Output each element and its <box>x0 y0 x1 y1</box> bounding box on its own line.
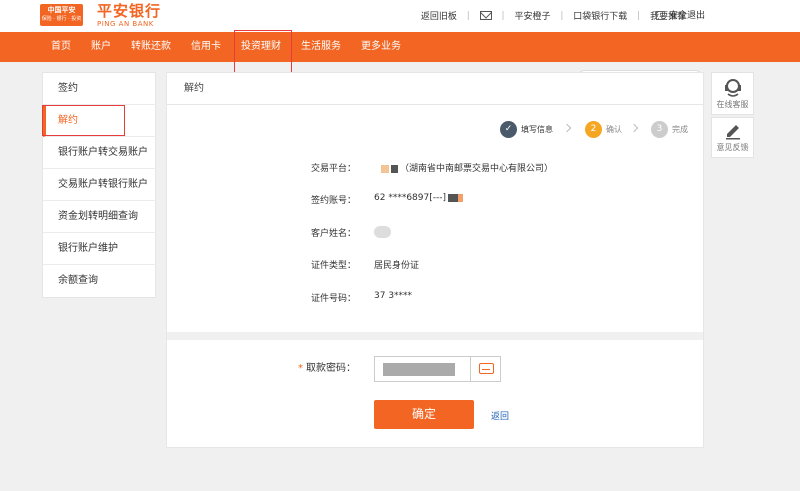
field-account: 签约账号： 62 ****6897[---] <box>167 193 703 207</box>
field-value-text: 62 ****6897[---] <box>374 193 446 203</box>
field-platform: 交易平台： （湖南省中南邮票交易中心有限公司） <box>167 161 703 175</box>
pingan-logo[interactable]: 中国平安 保险 · 银行 · 投资 <box>40 4 83 26</box>
masked-text <box>381 164 389 173</box>
logo-badge-subtext: 保险 · 银行 · 投资 <box>41 16 82 22</box>
masked-text <box>391 164 398 173</box>
online-service-label: 在线客服 <box>716 100 749 109</box>
online-service-button[interactable]: 在线客服 <box>711 72 754 115</box>
step-fill-info: ✓ 填写信息 <box>500 121 553 138</box>
logo-badge-text: 中国平安 <box>47 6 76 14</box>
password-row: * 取款密码： <box>167 356 703 382</box>
password-label-text: 取款密码： <box>306 363 356 374</box>
field-value: （湖南省中南邮票交易中心有限公司） <box>374 161 553 174</box>
masked-name <box>374 226 391 238</box>
field-value-text: （湖南省中南邮票交易中心有限公司） <box>400 164 554 174</box>
step-label: 填写信息 <box>521 125 553 134</box>
back-link[interactable]: 返回 <box>491 409 509 422</box>
page-title: 解约 <box>167 73 703 105</box>
field-id-number: 证件号码： 37 3**** <box>167 291 703 305</box>
nav-item-home[interactable]: 首页 <box>51 32 71 62</box>
masked-text <box>457 193 463 202</box>
keyboard-button[interactable] <box>470 357 501 381</box>
field-value-text: 37 3**** <box>374 291 413 301</box>
sidebar-item-trade-to-bank[interactable]: 交易账户转银行账户 <box>43 169 155 201</box>
step-complete: 3 完成 <box>651 121 688 138</box>
field-value <box>374 226 391 238</box>
divider: | <box>637 10 641 21</box>
chevron-right-icon <box>629 123 639 133</box>
chevron-right-icon <box>562 123 572 133</box>
password-label: * 取款密码： <box>167 356 356 382</box>
masked-text <box>447 193 458 202</box>
nav-item-credit-card[interactable]: 信用卡 <box>191 32 221 62</box>
field-label: 客户姓名： <box>310 229 356 239</box>
field-label: 交易平台： <box>310 164 356 174</box>
bank-logo-text[interactable]: 平安银行 PING AN BANK <box>97 3 161 29</box>
feedback-button[interactable]: 意见反馈 <box>711 117 754 158</box>
nav-item-account[interactable]: 账户 <box>91 32 111 62</box>
section-divider <box>167 332 703 340</box>
logout-label: 安全退出 <box>669 11 706 21</box>
pingan-orange-link[interactable]: 平安橙子 <box>514 9 550 22</box>
sidebar-item-bank-to-trade[interactable]: 银行账户转交易账户 <box>43 137 155 169</box>
field-customer-name: 客户姓名： <box>167 226 703 240</box>
step-number: 2 <box>585 121 602 138</box>
keyboard-icon <box>479 363 494 374</box>
sidebar-item-transfer-detail[interactable]: 资金划转明细查询 <box>43 201 155 233</box>
step-label: 确认 <box>606 125 622 134</box>
confirm-button[interactable]: 确定 <box>374 400 474 429</box>
field-label: 签约账号： <box>310 196 356 206</box>
step-confirm: 2 确认 <box>585 121 622 138</box>
field-label: 证件号码： <box>310 294 356 304</box>
masked-password <box>383 363 455 376</box>
feedback-label: 意见反馈 <box>716 143 749 152</box>
logout-link[interactable]: 安全退出 <box>656 8 705 21</box>
nav-item-more[interactable]: 更多业务 <box>361 32 401 62</box>
divider: | <box>560 10 564 21</box>
field-value-text: 居民身份证 <box>374 261 420 271</box>
divider: | <box>466 10 470 21</box>
field-id-type: 证件类型： 居民身份证 <box>167 258 703 272</box>
bank-name-cn: 平安银行 <box>97 2 162 20</box>
step-number: 3 <box>651 121 668 138</box>
check-icon: ✓ <box>500 121 517 138</box>
headset-icon <box>724 79 741 97</box>
sidebar-item-sign[interactable]: 签约 <box>43 73 155 105</box>
top-bar: 中国平安 保险 · 银行 · 投资 平安银行 PING AN BANK 返回旧板… <box>0 0 800 32</box>
nav-item-transfer[interactable]: 转账还款 <box>131 32 171 62</box>
required-mark: * <box>298 363 303 374</box>
password-input[interactable] <box>374 356 501 382</box>
old-version-link[interactable]: 返回旧板 <box>421 9 457 22</box>
pencil-icon <box>725 125 740 140</box>
bank-name-en: PING AN BANK <box>97 20 154 28</box>
main-nav: 首页 账户 转账还款 信用卡 投资理财 生活服务 更多业务 <box>0 32 800 88</box>
nav-item-life-service[interactable]: 生活服务 <box>301 32 341 62</box>
logout-icon <box>656 11 665 20</box>
divider: | <box>501 10 505 21</box>
mail-icon[interactable] <box>479 11 492 20</box>
sidebar-item-balance[interactable]: 余额查询 <box>43 265 155 297</box>
nav-highlight-box <box>234 30 292 75</box>
field-value: 62 ****6897[---] <box>374 193 463 203</box>
main-panel: 解约 ✓ 填写信息 2 确认 3 完成 交易平台： （湖南省中南邮票交易中心有限公司）… <box>166 72 704 448</box>
pocket-bank-link[interactable]: 口袋银行下载 <box>573 9 627 22</box>
sidebar-item-account-maintain[interactable]: 银行账户维护 <box>43 233 155 265</box>
field-label: 证件类型： <box>310 261 356 271</box>
sidebar-highlight-box <box>42 105 125 136</box>
step-label: 完成 <box>672 125 688 134</box>
